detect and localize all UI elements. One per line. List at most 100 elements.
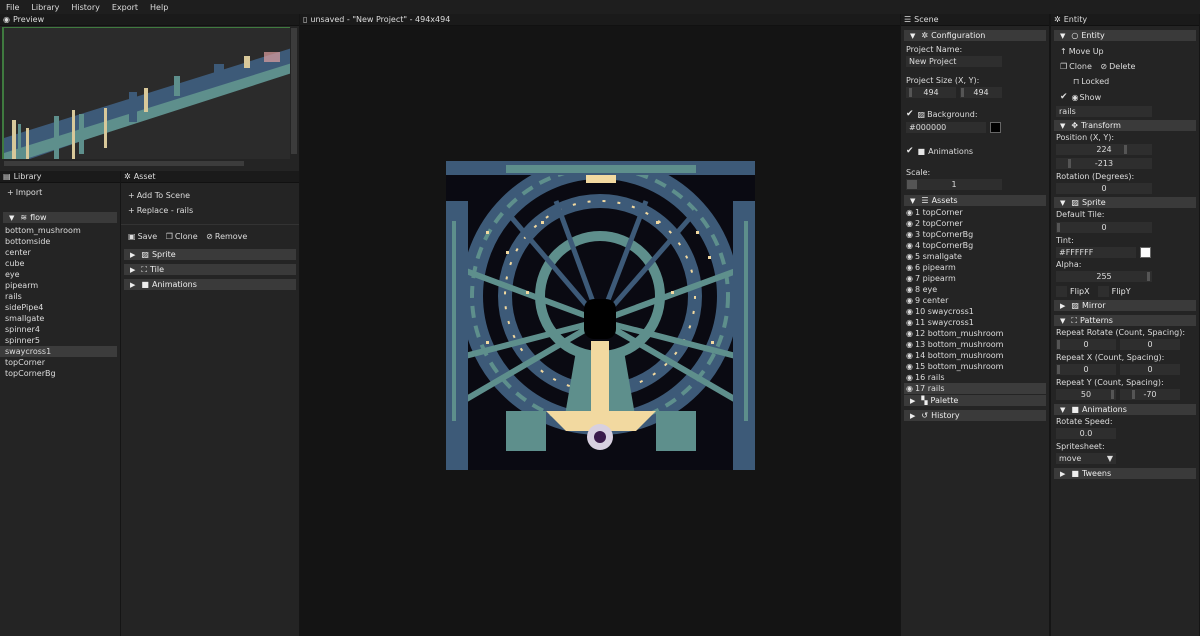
library-item[interactable]: swaycross1 <box>0 346 117 357</box>
save-button[interactable]: ▣ Save <box>125 232 160 241</box>
library-item[interactable]: bottom_mushroom <box>0 225 117 236</box>
asset-section-tile[interactable]: ▶ ⛶ Tile <box>124 264 296 275</box>
asset-section-sprite[interactable]: ▶ ▨ Sprite <box>124 249 296 260</box>
project-size-y[interactable]: 494 <box>960 87 1002 98</box>
eye-icon[interactable]: ◉ <box>906 241 913 250</box>
eye-icon[interactable]: ◉ <box>906 219 913 228</box>
repeat-y-spacing[interactable]: -70 <box>1120 389 1180 400</box>
eye-icon[interactable]: ◉ <box>906 285 913 294</box>
scene-asset-item[interactable]: ◉ 12 bottom_mushroom <box>904 328 1046 339</box>
scale-slider[interactable]: 1 <box>906 179 1002 190</box>
library-item[interactable]: bottomside <box>0 236 117 247</box>
menu-file[interactable]: File <box>0 3 25 12</box>
background-swatch[interactable] <box>990 122 1001 133</box>
alpha-slider[interactable]: 255 <box>1056 271 1152 282</box>
repeat-rotate-count[interactable]: 0 <box>1056 339 1116 350</box>
project-name-input[interactable]: New Project <box>906 56 1002 67</box>
scene-asset-item[interactable]: ◉ 1 topCorner <box>904 207 1046 218</box>
scene-canvas[interactable] <box>446 161 755 470</box>
remove-button[interactable]: ⊘ Remove <box>203 232 250 241</box>
entity-section-sprite[interactable]: ▼ ▨ Sprite <box>1054 197 1196 208</box>
library-group-flow[interactable]: ▼ ≋ flow <box>3 212 117 223</box>
library-item[interactable]: cube <box>0 258 117 269</box>
entity-section-transform[interactable]: ▼ ✥ Transform <box>1054 120 1196 131</box>
eye-icon[interactable]: ◉ <box>906 263 913 272</box>
library-item[interactable]: smallgate <box>0 313 117 324</box>
scene-asset-item[interactable]: ◉ 14 bottom_mushroom <box>904 350 1046 361</box>
repeat-x-count[interactable]: 0 <box>1056 364 1116 375</box>
scene-section-assets[interactable]: ▼ ☰ Assets <box>904 195 1046 206</box>
tint-input[interactable]: #FFFFFF <box>1056 247 1136 258</box>
locked-toggle[interactable]: ⊓ Locked <box>1070 74 1112 89</box>
menu-history[interactable]: History <box>65 3 105 12</box>
flipx-toggle[interactable]: FlipX <box>1056 286 1090 297</box>
scene-section-history[interactable]: ▶ ↺ History <box>904 410 1046 421</box>
add-to-scene-button[interactable]: + Add To Scene <box>125 188 193 203</box>
rotate-speed-input[interactable]: 0.0 <box>1056 428 1116 439</box>
eye-icon[interactable]: ◉ <box>906 373 913 382</box>
preview-vscrollbar[interactable] <box>291 28 297 154</box>
repeat-x-spacing[interactable]: 0 <box>1120 364 1180 375</box>
scene-asset-item[interactable]: ◉ 4 topCornerBg <box>904 240 1046 251</box>
eye-icon[interactable]: ◉ <box>906 307 913 316</box>
asset-section-animations[interactable]: ▶ ■ Animations <box>124 279 296 290</box>
entity-delete-button[interactable]: ⊘ Delete <box>1097 59 1138 74</box>
preview-viewport[interactable] <box>2 27 290 159</box>
entity-section-tweens[interactable]: ▶ ■ Tweens <box>1054 468 1196 479</box>
clone-button[interactable]: ❐ Clone <box>163 232 201 241</box>
menu-help[interactable]: Help <box>144 3 174 12</box>
entity-clone-button[interactable]: ❐ Clone <box>1057 59 1095 74</box>
entity-section-patterns[interactable]: ▼ ⛶ Patterns <box>1054 315 1196 326</box>
eye-icon[interactable]: ◉ <box>906 384 913 393</box>
library-item[interactable]: rails <box>0 291 117 302</box>
repeat-y-count[interactable]: 50 <box>1056 389 1116 400</box>
menu-export[interactable]: Export <box>106 3 144 12</box>
spritesheet-select[interactable]: move ▼ <box>1056 453 1116 464</box>
replace-button[interactable]: + Replace - rails <box>125 203 196 218</box>
scene-asset-item[interactable]: ◉ 5 smallgate <box>904 251 1046 262</box>
scene-asset-item[interactable]: ◉ 9 center <box>904 295 1046 306</box>
move-up-button[interactable]: ↑ Move Up <box>1057 44 1107 59</box>
tint-swatch[interactable] <box>1140 247 1151 258</box>
library-item[interactable]: topCorner <box>0 357 117 368</box>
library-item[interactable]: spinner5 <box>0 335 117 346</box>
scene-section-palette[interactable]: ▶ ▚ Palette <box>904 395 1046 406</box>
eye-icon[interactable]: ◉ <box>906 340 913 349</box>
scene-asset-item[interactable]: ◉ 15 bottom_mushroom <box>904 361 1046 372</box>
show-toggle[interactable]: ✔ ◉ Show <box>1057 90 1104 105</box>
rotation-input[interactable]: 0 <box>1056 183 1152 194</box>
checkmark-icon[interactable]: ✔ <box>906 146 914 156</box>
library-item[interactable]: center <box>0 247 117 258</box>
eye-icon[interactable]: ◉ <box>906 362 913 371</box>
flipy-toggle[interactable]: FlipY <box>1097 286 1131 297</box>
preview-hscrollbar[interactable] <box>4 161 244 166</box>
entity-section-entity[interactable]: ▼ ○ Entity <box>1054 30 1196 41</box>
scene-asset-item[interactable]: ◉ 6 pipearm <box>904 262 1046 273</box>
eye-icon[interactable]: ◉ <box>906 329 913 338</box>
eye-icon[interactable]: ◉ <box>906 208 913 217</box>
entity-section-mirror[interactable]: ▶ ▨ Mirror <box>1054 300 1196 311</box>
entity-name-input[interactable]: rails <box>1056 106 1152 117</box>
background-input[interactable]: #000000 <box>906 122 986 133</box>
scene-asset-item[interactable]: ◉ 7 pipearm <box>904 273 1046 284</box>
library-item[interactable]: pipearm <box>0 280 117 291</box>
eye-icon[interactable]: ◉ <box>906 351 913 360</box>
repeat-rotate-spacing[interactable]: 0 <box>1120 339 1180 350</box>
scene-asset-item[interactable]: ◉ 11 swaycross1 <box>904 317 1046 328</box>
scene-asset-item[interactable]: ◉ 17 rails <box>904 383 1046 394</box>
scene-asset-item[interactable]: ◉ 2 topCorner <box>904 218 1046 229</box>
checkmark-icon[interactable]: ✔ <box>906 109 914 119</box>
library-item[interactable]: sidePipe4 <box>0 302 117 313</box>
scene-section-configuration[interactable]: ▼ ✲ Configuration <box>904 30 1046 41</box>
menu-library[interactable]: Library <box>25 3 65 12</box>
position-y-input[interactable]: -213 <box>1056 158 1152 169</box>
default-tile-input[interactable]: 0 <box>1056 222 1152 233</box>
scene-asset-item[interactable]: ◉ 13 bottom_mushroom <box>904 339 1046 350</box>
scene-asset-item[interactable]: ◉ 16 rails <box>904 372 1046 383</box>
eye-icon[interactable]: ◉ <box>906 230 913 239</box>
eye-icon[interactable]: ◉ <box>906 296 913 305</box>
import-button[interactable]: + Import <box>4 188 45 197</box>
eye-icon[interactable]: ◉ <box>906 274 913 283</box>
project-size-x[interactable]: 494 <box>906 87 956 98</box>
scene-asset-item[interactable]: ◉ 3 topCornerBg <box>904 229 1046 240</box>
